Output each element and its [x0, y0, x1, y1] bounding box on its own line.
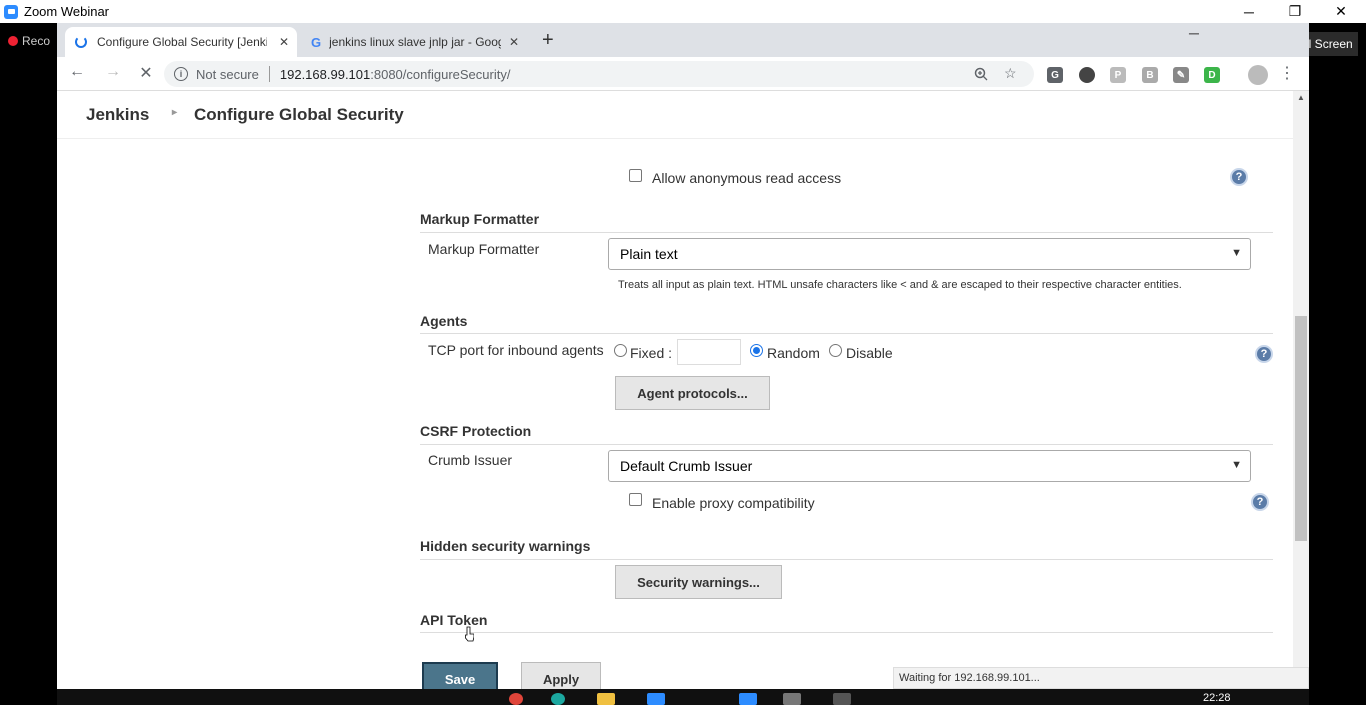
app-taskbar-icon[interactable]	[739, 693, 757, 705]
fixed-port-radio[interactable]	[614, 344, 627, 357]
markup-formatter-value: Plain text	[620, 246, 678, 262]
tab-google-search[interactable]: G jenkins linux slave jnlp jar - Goog ✕	[301, 27, 527, 57]
restore-button[interactable]: ❐	[1272, 0, 1318, 23]
hand-cursor-icon	[465, 626, 474, 642]
forward-arrow-icon[interactable]: →	[102, 63, 124, 81]
app-taskbar-icon[interactable]	[783, 693, 801, 705]
agent-protocols-button[interactable]: Agent protocols...	[615, 376, 770, 410]
page-scrollbar[interactable]: ▲	[1293, 91, 1309, 689]
zoom-window-title: Zoom Webinar	[24, 4, 110, 19]
recording-label: Reco	[22, 34, 51, 48]
browser-minimize-icon[interactable]: ─	[1189, 25, 1199, 41]
file-explorer-taskbar-icon[interactable]	[597, 693, 615, 705]
fixed-port-input[interactable]	[677, 339, 741, 365]
extension-d-icon[interactable]: D	[1204, 67, 1220, 83]
recording-indicator: Reco	[8, 34, 50, 48]
markup-formatter-label: Markup Formatter	[428, 241, 540, 257]
chevron-down-icon: ▼	[1231, 247, 1242, 259]
jenkins-page: Jenkins ▸ Configure Global Security Allo…	[57, 91, 1309, 689]
help-icon[interactable]: ?	[1255, 345, 1273, 363]
windows-taskbar: 22:28	[57, 689, 1309, 705]
section-divider	[420, 333, 1273, 334]
url-host: 192.168.99.101	[279, 66, 371, 82]
browser-toolbar: ← → ✕ i Not secure 192.168.99.101 :8080/…	[57, 57, 1309, 91]
minimize-button[interactable]: ─	[1226, 0, 1272, 23]
section-api-token: API Token	[420, 612, 488, 628]
breadcrumb: Jenkins ▸ Configure Global Security	[57, 91, 1293, 139]
proxy-compatibility-label: Enable proxy compatibility	[652, 495, 815, 511]
stop-loading-icon[interactable]: ✕	[135, 63, 157, 83]
crumb-issuer-value: Default Crumb Issuer	[620, 458, 753, 474]
tab-title: Configure Global Security [Jenkins]	[97, 35, 267, 49]
random-port-label: Random	[767, 345, 820, 361]
info-icon[interactable]: i	[174, 67, 188, 81]
address-bar[interactable]: i Not secure 192.168.99.101 :8080/config…	[164, 61, 1034, 87]
not-secure-label: Not secure	[196, 66, 259, 82]
address-separator	[268, 66, 270, 82]
random-port-radio[interactable]	[750, 344, 763, 357]
proxy-compatibility-checkbox[interactable]	[629, 493, 642, 506]
tcp-port-label: TCP port for inbound agents	[428, 342, 604, 358]
disable-port-label: Disable	[846, 345, 893, 361]
allow-anonymous-checkbox[interactable]	[629, 169, 642, 182]
section-hidden-security-warnings: Hidden security warnings	[420, 538, 591, 554]
scrollbar-thumb[interactable]	[1295, 316, 1307, 541]
taskbar-clock: 22:28	[1203, 692, 1231, 704]
google-icon: G	[311, 34, 322, 50]
record-dot-icon	[8, 36, 18, 46]
section-csrf-protection: CSRF Protection	[420, 423, 532, 439]
bookmark-star-icon[interactable]: ☆	[1004, 65, 1017, 82]
extension-edit-icon[interactable]: ✎	[1173, 67, 1189, 83]
allow-anonymous-label: Allow anonymous read access	[652, 170, 842, 186]
extension-b-icon[interactable]: B	[1142, 67, 1158, 83]
crumb-issuer-select[interactable]: Default Crumb Issuer ▼	[608, 450, 1251, 482]
page-title[interactable]: Configure Global Security	[194, 105, 404, 125]
tab-strip: Configure Global Security [Jenkins] ✕ G …	[57, 23, 1309, 57]
section-agents: Agents	[420, 313, 468, 329]
chevron-down-icon: ▼	[1231, 459, 1242, 471]
back-arrow-icon[interactable]: ←	[66, 63, 88, 81]
section-divider	[420, 632, 1273, 633]
section-markup-formatter: Markup Formatter	[420, 211, 540, 227]
save-button[interactable]: Save	[422, 662, 498, 689]
section-divider	[420, 232, 1273, 233]
disable-port-radio[interactable]	[829, 344, 842, 357]
security-warnings-button[interactable]: Security warnings...	[615, 565, 782, 599]
browser-window: Configure Global Security [Jenkins] ✕ G …	[57, 23, 1309, 689]
app-taskbar-icon[interactable]	[551, 693, 565, 705]
breadcrumb-separator-icon: ▸	[172, 107, 178, 118]
tab-close-icon[interactable]: ✕	[279, 35, 289, 49]
extension-circle-icon[interactable]	[1079, 67, 1095, 83]
zoom-title-bar: Zoom Webinar ─ ❐ ✕	[0, 0, 1366, 23]
url-path: :8080/configureSecurity/	[370, 66, 511, 82]
markup-formatter-description: Treats all input as plain text. HTML uns…	[618, 279, 1182, 291]
status-bubble: Waiting for 192.168.99.101...	[893, 667, 1309, 689]
zoom-taskbar-icon[interactable]	[647, 693, 665, 705]
help-icon[interactable]: ?	[1230, 168, 1248, 186]
section-divider	[420, 444, 1273, 445]
scroll-up-arrow-icon[interactable]: ▲	[1297, 93, 1305, 102]
extension-g-icon[interactable]: G	[1047, 67, 1063, 83]
zoom-logo-icon	[4, 4, 18, 19]
tab-close-icon[interactable]: ✕	[509, 35, 519, 49]
tab-configure-security[interactable]: Configure Global Security [Jenkins] ✕	[65, 27, 297, 57]
markup-formatter-select[interactable]: Plain text ▼	[608, 238, 1251, 270]
chrome-taskbar-icon[interactable]	[509, 693, 523, 705]
zoom-magnifier-icon[interactable]	[974, 67, 988, 81]
close-window-button[interactable]: ✕	[1318, 0, 1364, 23]
terminal-taskbar-icon[interactable]	[833, 693, 851, 705]
loading-spinner-icon	[75, 36, 87, 48]
tab-title: jenkins linux slave jnlp jar - Goog	[329, 35, 502, 49]
breadcrumb-jenkins[interactable]: Jenkins	[86, 105, 149, 125]
extension-ph-icon[interactable]: P	[1110, 67, 1126, 83]
apply-button[interactable]: Apply	[521, 662, 601, 689]
crumb-issuer-label: Crumb Issuer	[428, 452, 513, 468]
section-divider	[420, 559, 1273, 560]
profile-avatar-icon[interactable]	[1248, 65, 1268, 85]
new-tab-button[interactable]: +	[542, 29, 554, 52]
help-icon[interactable]: ?	[1251, 493, 1269, 511]
browser-menu-icon[interactable]: ⋮	[1276, 63, 1298, 83]
fixed-port-label: Fixed :	[630, 345, 673, 361]
